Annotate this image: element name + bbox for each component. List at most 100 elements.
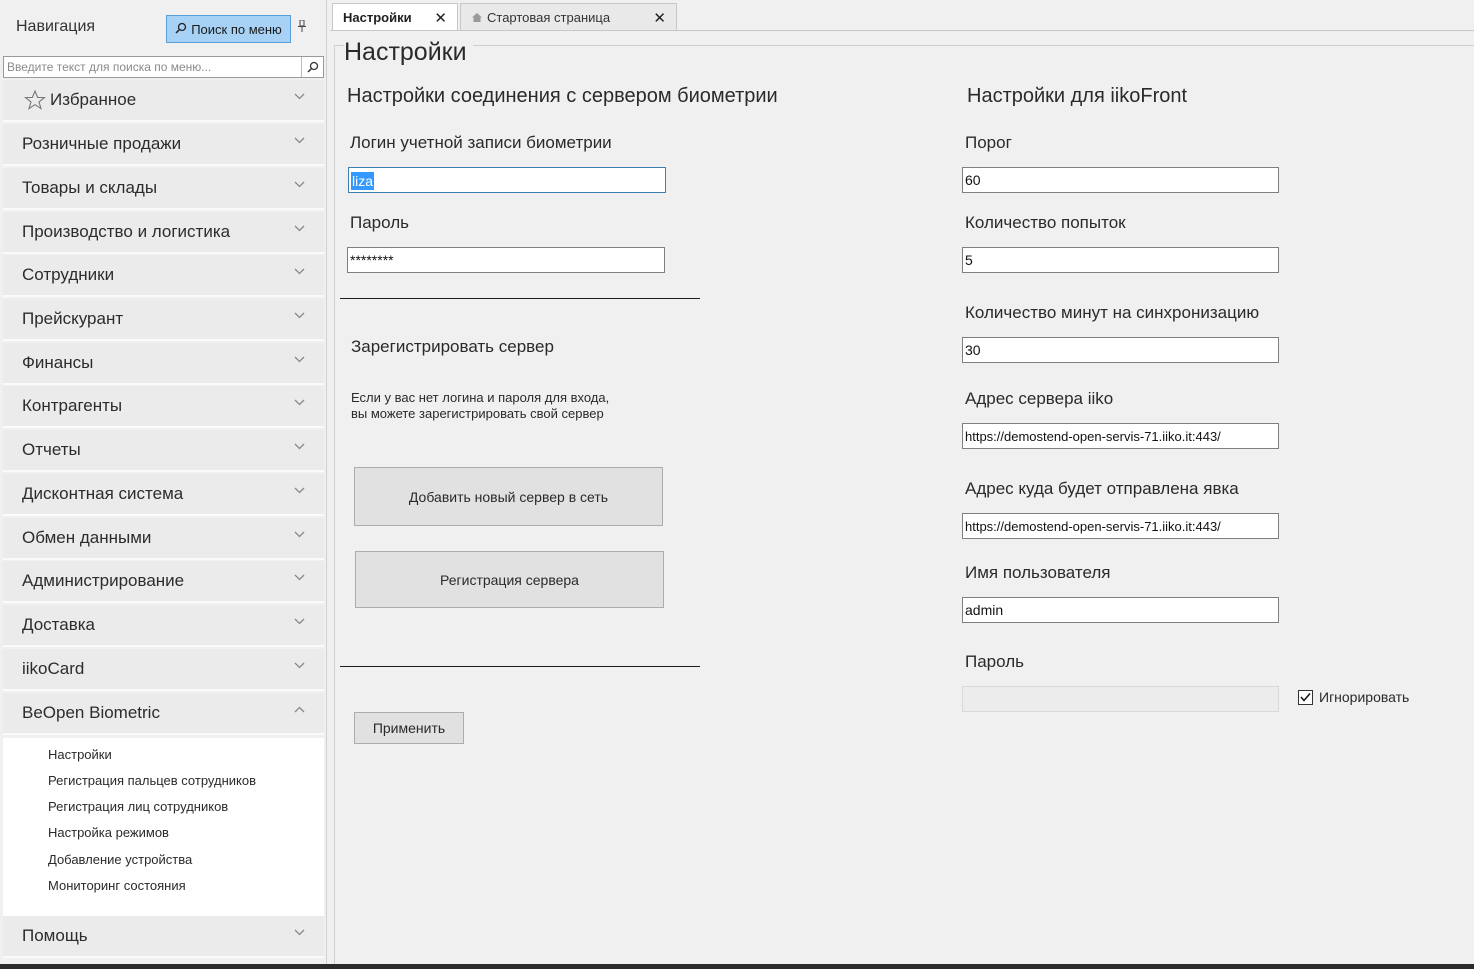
nav-section-label: Помощь — [22, 926, 88, 945]
nav-section-favorites[interactable]: Избранное — [3, 80, 324, 122]
nav-section-reports[interactable]: Отчеты — [3, 430, 324, 472]
tab-label: Настройки — [343, 9, 412, 25]
tab-label: Стартовая страница — [487, 9, 611, 25]
nav-section-counterparties[interactable]: Контрагенты — [3, 386, 324, 428]
sync-minutes-field[interactable] — [962, 337, 1279, 363]
nav-section-pricelist[interactable]: Прейскурант — [3, 299, 324, 341]
nav-section-label: Дисконтная система — [22, 484, 184, 503]
chevron-down-icon — [294, 93, 305, 103]
menu-search-button-label: Поиск по меню — [191, 21, 282, 37]
nav-section-administration[interactable]: Администрирование — [3, 561, 324, 603]
nav-section-label: Доставка — [22, 615, 96, 634]
submenu-item-add-device[interactable]: Добавление устройства — [48, 852, 192, 867]
chevron-down-icon — [294, 443, 305, 453]
server-address-field[interactable] — [962, 423, 1279, 449]
pin-icon[interactable] — [298, 19, 306, 35]
iiko-password-label: Пароль — [965, 652, 1024, 671]
nav-section-label: Розничные продажи — [22, 134, 182, 153]
submenu-item-finger-registration[interactable]: Регистрация пальцев сотрудников — [48, 773, 256, 788]
star-icon — [24, 90, 46, 110]
iiko-password-field[interactable] — [962, 686, 1279, 712]
register-note-line: вы можете зарегистрировать свой сервер — [351, 406, 604, 421]
window-bottom-border — [0, 964, 1474, 969]
chevron-down-icon — [294, 356, 305, 366]
nav-section-label: Производство и логистика — [22, 222, 231, 241]
tab-settings[interactable]: Настройки ✕ — [332, 3, 458, 30]
nav-section-label: Администрирование — [22, 571, 185, 590]
biometric-connection-header: Настройки соединения с сервером биометри… — [347, 85, 778, 107]
nav-section-label: Товары и склады — [22, 178, 158, 197]
username-field[interactable] — [962, 597, 1279, 623]
close-icon[interactable]: ✕ — [434, 9, 447, 27]
chevron-down-icon — [294, 662, 305, 672]
attendance-address-label: Адрес куда будет отправлена явка — [965, 479, 1239, 498]
tab-bar: Настройки ✕ Стартовая страница ✕ — [330, 0, 1474, 31]
nav-section-beopen-biometric[interactable]: BeOpen Biometric — [3, 693, 324, 735]
threshold-field[interactable] — [962, 167, 1279, 193]
chevron-down-icon — [294, 929, 305, 939]
threshold-label: Порог — [965, 133, 1012, 152]
sync-minutes-label: Количество минут на синхронизацию — [965, 303, 1260, 322]
navigation-header: Навигация Поиск по меню — [0, 0, 327, 55]
nav-section-iikocard[interactable]: iikoCard — [3, 649, 324, 691]
ignore-label: Игнорировать — [1319, 689, 1410, 705]
login-label: Логин учетной записи биометрии — [350, 133, 612, 152]
register-note-line: Если у вас нет логина и пароля для входа… — [351, 390, 610, 405]
chevron-down-icon — [294, 312, 305, 322]
submenu-item-status-monitoring[interactable]: Мониторинг состояния — [48, 878, 186, 893]
nav-section-label: iikoCard — [22, 659, 85, 678]
nav-section-finance[interactable]: Финансы — [3, 343, 324, 385]
apply-button[interactable]: Применить — [354, 712, 464, 744]
login-field[interactable]: liza — [348, 167, 666, 193]
submenu-item-face-registration[interactable]: Регистрация лиц сотрудников — [48, 799, 228, 814]
menu-search-box — [3, 56, 324, 78]
nav-section-label: Сотрудники — [22, 265, 115, 284]
tab-start-page[interactable]: Стартовая страница ✕ — [460, 3, 677, 30]
menu-search-input[interactable] — [4, 57, 300, 77]
beopen-submenu: Настройки Регистрация пальцев сотруднико… — [3, 738, 324, 916]
nav-section-label: Обмен данными — [22, 528, 152, 547]
chevron-down-icon — [294, 137, 305, 147]
ignore-password-checkbox[interactable]: Игнорировать — [1298, 689, 1409, 705]
navigation-title: Навигация — [16, 18, 96, 35]
navigation-panel: Навигация Поиск по меню Избранное Рознич… — [0, 0, 327, 964]
submenu-item-settings[interactable]: Настройки — [48, 747, 112, 762]
chevron-down-icon — [294, 487, 305, 497]
settings-page: Настройки Настройки соединения с серверо… — [330, 31, 1474, 964]
password-field[interactable] — [347, 247, 665, 273]
nav-section-discount[interactable]: Дисконтная система — [3, 474, 324, 516]
attempts-label: Количество попыток — [965, 213, 1126, 232]
nav-section-data-exchange[interactable]: Обмен данными — [3, 518, 324, 560]
nav-section-employees[interactable]: Сотрудники — [3, 255, 324, 297]
username-label: Имя пользователя — [965, 563, 1111, 582]
divider — [340, 666, 700, 667]
close-icon[interactable]: ✕ — [653, 9, 666, 27]
nav-section-help[interactable]: Помощь — [3, 916, 324, 958]
nav-section-label: Отчеты — [22, 440, 81, 459]
nav-section-retail[interactable]: Розничные продажи — [3, 124, 324, 166]
nav-section-production[interactable]: Производство и логистика — [3, 212, 324, 254]
chevron-down-icon — [294, 531, 305, 541]
server-address-label: Адрес сервера iiko — [965, 389, 1114, 408]
iikofront-settings-header: Настройки для iikoFront — [967, 85, 1188, 107]
page-title: Настройки — [344, 38, 473, 67]
checkbox-checked-icon[interactable] — [1298, 689, 1313, 705]
attendance-address-field[interactable] — [962, 513, 1279, 539]
nav-section-delivery[interactable]: Доставка — [3, 605, 324, 647]
chevron-down-icon — [294, 268, 305, 278]
nav-section-label: Контрагенты — [22, 396, 123, 415]
attempts-field[interactable] — [962, 247, 1279, 273]
register-server-header: Зарегистрировать сервер — [351, 337, 554, 356]
search-icon[interactable] — [301, 57, 323, 77]
nav-section-goods[interactable]: Товары и склады — [3, 168, 324, 210]
divider — [340, 298, 700, 299]
add-new-server-button[interactable]: Добавить новый сервер в сеть — [354, 467, 663, 526]
nav-section-label: Финансы — [22, 353, 94, 372]
chevron-down-icon — [294, 225, 305, 235]
login-value: liza — [351, 172, 375, 190]
submenu-item-modes-setup[interactable]: Настройка режимов — [48, 825, 169, 840]
nav-section-label: Избранное — [50, 90, 137, 109]
home-icon — [471, 12, 483, 23]
register-server-button[interactable]: Регистрация сервера — [355, 551, 664, 608]
menu-search-button[interactable]: Поиск по меню — [166, 15, 291, 43]
